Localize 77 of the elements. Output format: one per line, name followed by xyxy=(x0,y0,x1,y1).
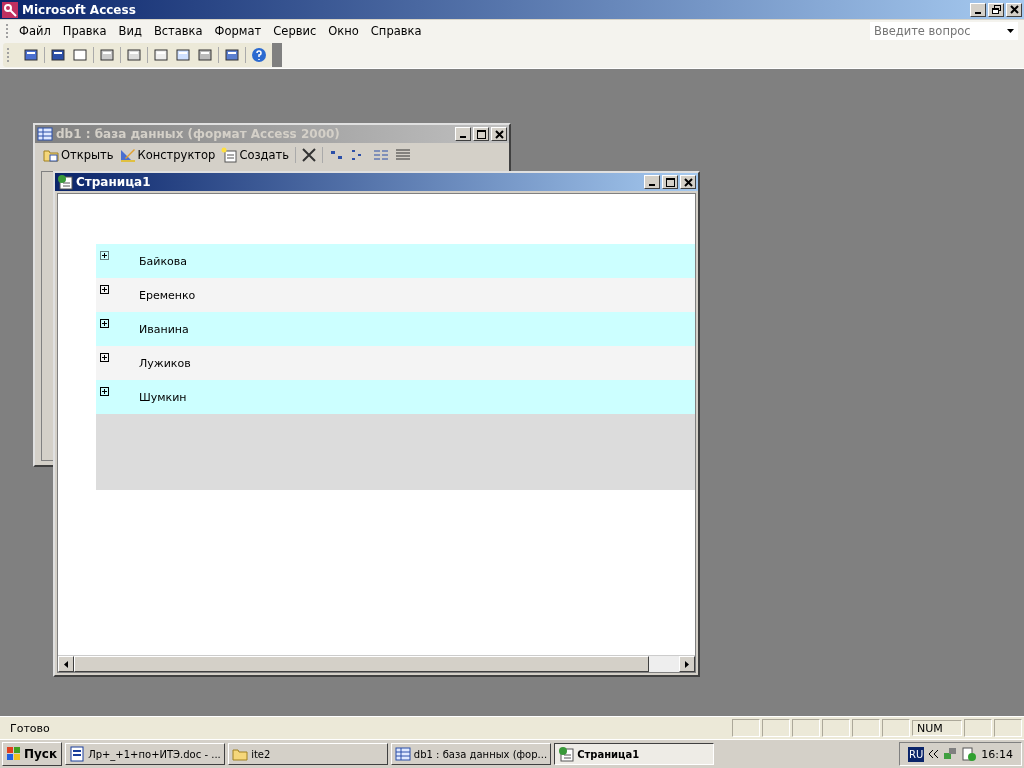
restore-button[interactable] xyxy=(988,2,1004,17)
minimize-icon xyxy=(975,11,981,14)
close-icon xyxy=(1009,5,1019,14)
status-panel xyxy=(882,719,910,737)
document-icon xyxy=(69,746,86,762)
status-panel xyxy=(994,719,1022,737)
status-panel xyxy=(792,719,820,737)
expand-icon[interactable] xyxy=(100,285,109,294)
expand-icon[interactable] xyxy=(100,387,109,396)
window-title: Страница1 xyxy=(76,175,152,189)
page-icon xyxy=(57,174,73,190)
app-title: Microsoft Access xyxy=(22,2,137,17)
menu-item[interactable]: Файл xyxy=(17,22,57,40)
menu-item[interactable]: Справка xyxy=(364,22,428,40)
start-button[interactable]: Пуск xyxy=(2,742,63,766)
help-icon[interactable] xyxy=(250,46,268,64)
maximize-icon xyxy=(476,129,486,139)
menu-item[interactable]: Сервис xyxy=(267,22,323,40)
right-arrow-icon[interactable] xyxy=(685,660,689,668)
close-icon xyxy=(494,129,504,139)
menu-item[interactable]: Формат xyxy=(208,22,268,40)
status-panel xyxy=(964,719,992,737)
num-lock-indicator: NUM xyxy=(912,720,962,736)
minimize-icon xyxy=(460,136,466,138)
expand-icon[interactable] xyxy=(100,251,109,260)
status-panel xyxy=(822,719,850,737)
language-indicator[interactable]: RU xyxy=(908,746,925,762)
database-icon xyxy=(37,126,53,142)
status-text: Готово xyxy=(9,721,51,735)
ruler-pencil-icon xyxy=(119,147,136,163)
minimize-button[interactable] xyxy=(455,127,471,141)
close-button[interactable] xyxy=(1006,2,1022,17)
taskbar-button[interactable]: ite2 xyxy=(228,743,389,765)
clock: 16:14 xyxy=(981,747,1013,761)
name-text: Иванина xyxy=(139,322,189,336)
maximize-button[interactable] xyxy=(662,175,678,189)
left-arrow-icon[interactable] xyxy=(64,660,68,668)
toolbar-button[interactable]: Создать xyxy=(221,147,290,163)
help-search-field[interactable]: Введите вопрос xyxy=(870,22,1018,40)
menu-item[interactable]: Правка xyxy=(56,22,113,40)
close-icon xyxy=(683,177,693,187)
table-icon xyxy=(395,746,411,762)
expand-icon[interactable] xyxy=(100,319,109,328)
details-icon[interactable] xyxy=(395,148,412,162)
toolbar-button[interactable]: Конструктор xyxy=(119,147,216,163)
open-icon xyxy=(43,147,59,163)
close-button[interactable] xyxy=(491,127,507,141)
folder-icon xyxy=(232,746,249,762)
status-panel xyxy=(732,719,760,737)
maximize-button[interactable] xyxy=(473,127,489,141)
menu-item[interactable]: Вставка xyxy=(147,22,209,40)
new-page-icon xyxy=(221,147,238,163)
menu-item[interactable]: Вид xyxy=(112,22,148,40)
name-text: Еременко xyxy=(139,288,196,302)
taskbar-button[interactable]: Лр+_+1+по+ИТЭ.doc - ... xyxy=(65,743,226,765)
windows-flag-icon xyxy=(7,747,21,761)
minimize-button[interactable] xyxy=(644,175,660,189)
expand-icon[interactable] xyxy=(100,353,109,362)
delete-icon[interactable] xyxy=(302,148,317,162)
minimize-button[interactable] xyxy=(970,2,986,17)
name-text: Байкова xyxy=(139,254,188,268)
menu-item[interactable]: Окно xyxy=(322,22,365,40)
name-text: Лужиков xyxy=(139,356,191,370)
dropdown-arrow-icon xyxy=(1007,29,1014,33)
name-text: Шумкин xyxy=(139,390,187,404)
restore-icon xyxy=(991,5,1001,14)
taskbar-button[interactable]: Страница1 xyxy=(554,743,715,765)
close-button[interactable] xyxy=(680,175,696,189)
status-panel xyxy=(762,719,790,737)
minimize-icon xyxy=(649,184,655,186)
page-icon xyxy=(558,746,575,762)
status-panel xyxy=(852,719,880,737)
maximize-icon xyxy=(665,177,675,187)
taskbar-button[interactable]: db1 : база данных (фор... xyxy=(391,743,552,765)
chevron-icon[interactable] xyxy=(929,750,939,758)
toolbar-button[interactable]: Открыть xyxy=(43,147,114,163)
horizontal-scrollbar[interactable] xyxy=(58,655,695,672)
